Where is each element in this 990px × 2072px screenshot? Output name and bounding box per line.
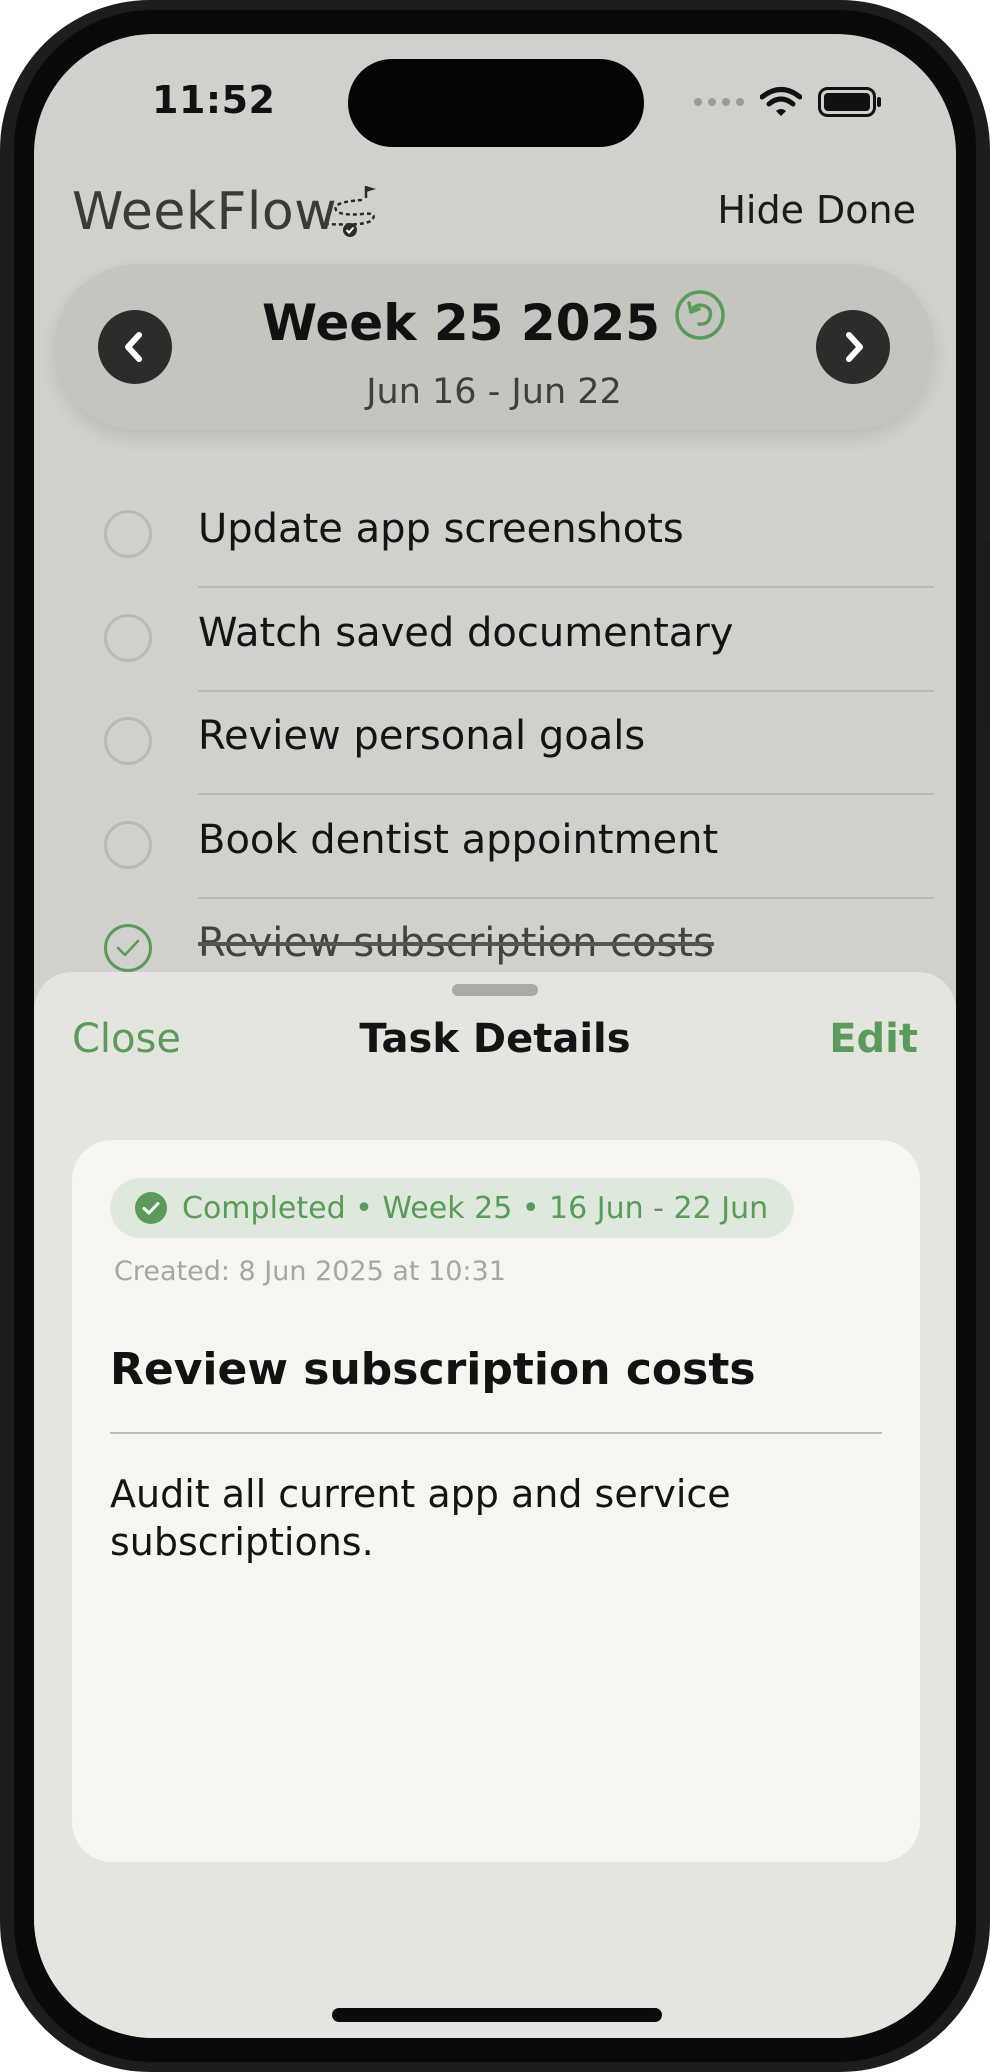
task-checkbox[interactable] xyxy=(104,510,152,558)
status-badge: Completed • Week 25 • 16 Jun - 22 Jun xyxy=(110,1178,795,1238)
task-label: Update app screenshots xyxy=(198,506,684,552)
app-title: WeekFlow xyxy=(72,182,338,242)
status-badge-text: Completed • Week 25 • 16 Jun - 22 Jun xyxy=(182,1190,769,1226)
divider xyxy=(110,1432,882,1434)
screen: 11:52 WeekFlow Hide Done Week 25 2025 Ju… xyxy=(34,34,956,2038)
task-row[interactable]: Review personal goals xyxy=(34,691,956,795)
task-details-sheet: Close Task Details Edit Completed • Week… xyxy=(34,972,956,2038)
volume-up-button xyxy=(0,505,6,625)
task-checkbox[interactable] xyxy=(104,614,152,662)
home-indicator[interactable] xyxy=(332,2008,662,2022)
task-detail-card: Completed • Week 25 • 16 Jun - 22 Jun Cr… xyxy=(72,1140,920,1862)
task-checkbox[interactable] xyxy=(104,717,152,765)
dynamic-island xyxy=(348,59,644,147)
week-title: Week 25 2025 xyxy=(54,289,934,359)
task-label: Watch saved documentary xyxy=(198,610,734,656)
task-label: Review personal goals xyxy=(198,713,646,759)
created-timestamp: Created: 8 Jun 2025 at 10:31 xyxy=(114,1256,506,1287)
task-label: Book dentist appointment xyxy=(198,817,719,863)
task-row[interactable]: Update app screenshots xyxy=(34,484,956,588)
week-selector: Week 25 2025 Jun 16 - Jun 22 xyxy=(54,264,934,430)
power-button xyxy=(984,540,990,730)
task-row[interactable]: Book dentist appointment xyxy=(34,795,956,899)
hide-done-button[interactable]: Hide Done xyxy=(717,188,916,232)
wifi-icon xyxy=(760,87,802,116)
logo-path-icon xyxy=(327,186,376,237)
sheet-grabber[interactable] xyxy=(452,984,538,996)
next-week-button[interactable] xyxy=(816,310,890,384)
checkmark-icon xyxy=(116,939,140,957)
week-title-text: Week 25 2025 xyxy=(262,294,660,352)
task-detail-title: Review subscription costs xyxy=(110,1344,756,1395)
volume-down-button xyxy=(0,650,6,770)
chevron-right-icon xyxy=(846,332,863,362)
mute-switch xyxy=(0,385,6,447)
task-row[interactable]: Watch saved documentary xyxy=(34,588,956,692)
completed-check-icon xyxy=(135,1192,167,1224)
battery-icon xyxy=(818,87,881,117)
task-checkbox-checked[interactable] xyxy=(104,924,152,972)
week-date-range: Jun 16 - Jun 22 xyxy=(366,372,622,412)
sheet-title: Task Details xyxy=(359,1016,631,1062)
signal-icon xyxy=(694,98,744,106)
task-notes: Audit all current app and service subscr… xyxy=(110,1472,731,1564)
device-frame: 11:52 WeekFlow Hide Done Week 25 2025 Ju… xyxy=(0,0,990,2072)
task-checkbox[interactable] xyxy=(104,821,152,869)
status-icons xyxy=(694,86,882,118)
edit-button[interactable]: Edit xyxy=(829,1016,918,1062)
reset-week-icon[interactable] xyxy=(674,289,726,353)
status-time: 11:52 xyxy=(152,78,276,122)
task-label: Review subscription costs xyxy=(198,920,714,966)
